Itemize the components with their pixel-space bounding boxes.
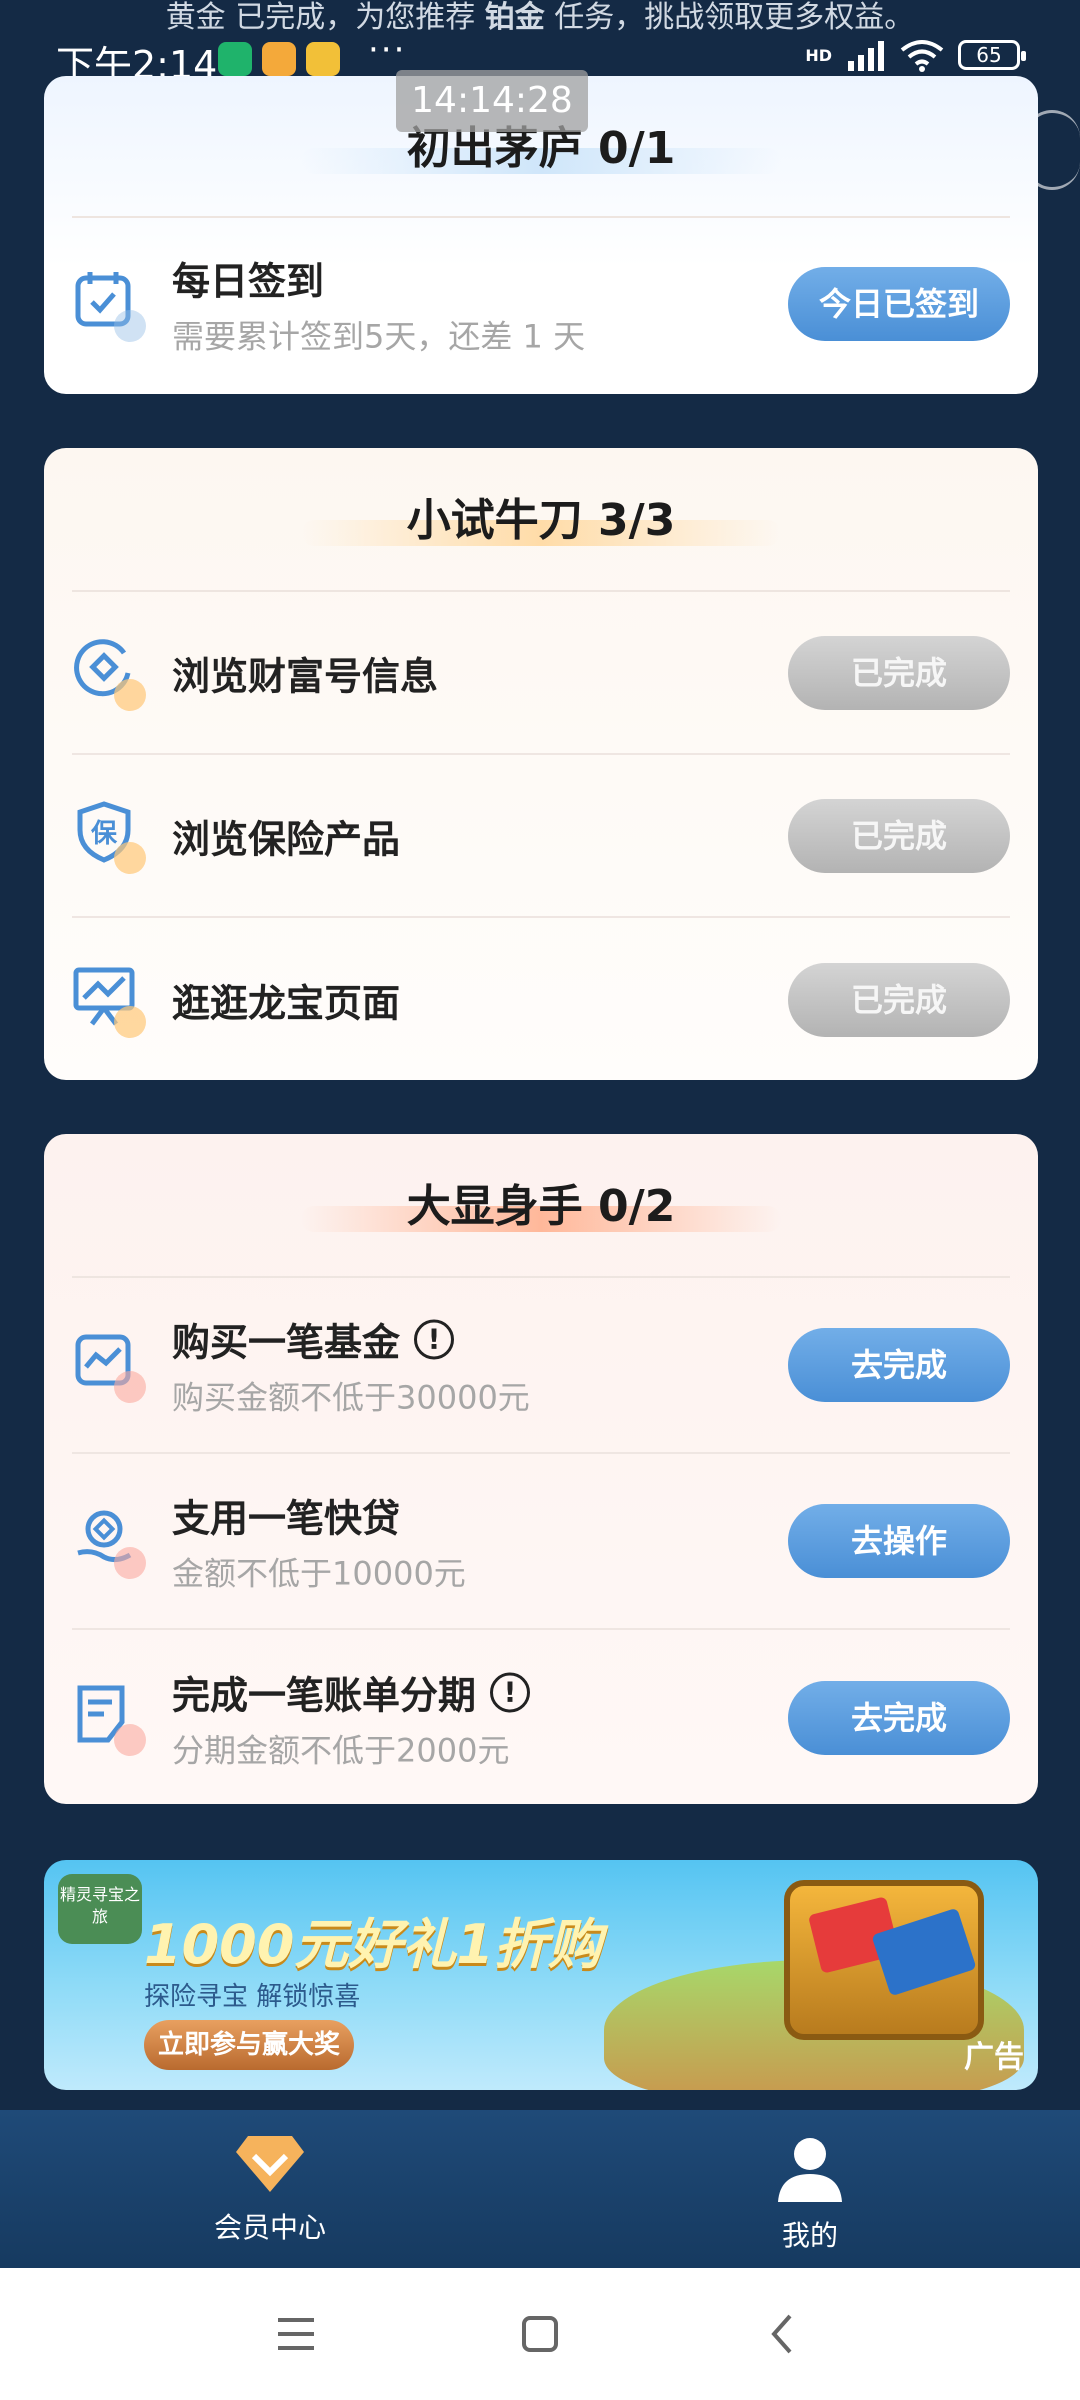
go-complete-button[interactable]: 去完成	[788, 1681, 1010, 1755]
task-row-bill-installment: 完成一笔账单分期! 分期金额不低于2000元 去完成	[72, 1630, 1010, 1804]
task-card-expert: 大显身手 0/2 购买一笔基金! 购买金额不低于30000元 去完成 支用一笔快…	[44, 1134, 1038, 1804]
screenshot-timestamp: 14:14:28	[396, 70, 588, 132]
go-complete-button[interactable]: 去完成	[788, 1328, 1010, 1402]
info-icon[interactable]: !	[490, 1672, 531, 1712]
insurance-shield-icon: 保	[72, 800, 146, 874]
task-row-use-loan: 支用一笔快贷 金额不低于10000元 去操作	[72, 1454, 1010, 1630]
security-notification-icon	[306, 42, 340, 76]
completed-button[interactable]: 已完成	[788, 798, 1010, 873]
card-header: 小试牛刀 3/3	[72, 448, 1010, 592]
info-icon[interactable]: !	[414, 1319, 455, 1359]
task-row-browse-wealth: 浏览财富号信息 已完成	[72, 592, 1010, 755]
task-title: 支用一笔快贷	[172, 1496, 401, 1541]
card-header: 大显身手 0/2	[72, 1134, 1010, 1278]
more-notifications-icon: ···	[368, 30, 407, 70]
card-title: 小试牛刀 3/3	[406, 495, 676, 546]
notes-notification-icon	[262, 42, 296, 76]
task-row-daily-checkin: 每日签到 需要累计签到5天，还差 1 天 今日已签到	[72, 218, 1010, 390]
nav-mine[interactable]: 我的	[540, 2110, 1080, 2268]
wifi-icon	[900, 40, 944, 72]
task-title: 购买一笔基金	[172, 1320, 401, 1365]
bottom-nav: 会员中心 我的	[0, 2110, 1080, 2268]
user-icon	[778, 2138, 842, 2202]
system-navigation-bar	[0, 2268, 1080, 2400]
task-row-browse-longbao: 逛逛龙宝页面 已完成	[72, 918, 1010, 1080]
wealth-icon	[72, 637, 146, 711]
task-subtitle: 需要累计签到5天，还差 1 天	[172, 317, 586, 356]
icon-accent-dot	[114, 310, 146, 342]
app-notification-icon	[218, 42, 252, 76]
icon-accent-dot	[114, 1371, 146, 1403]
go-operate-button[interactable]: 去操作	[788, 1504, 1010, 1578]
completed-button[interactable]: 已完成	[788, 635, 1010, 710]
ad-cta-button[interactable]: 立即参与赢大奖	[144, 2020, 354, 2070]
task-row-buy-fund: 购买一笔基金! 购买金额不低于30000元 去完成	[72, 1278, 1010, 1454]
nav-member-center[interactable]: 会员中心	[0, 2110, 540, 2268]
ad-logo: 精灵寻宝之旅	[58, 1874, 142, 1944]
completed-button[interactable]: 已完成	[788, 962, 1010, 1037]
checked-in-button[interactable]: 今日已签到	[788, 267, 1010, 341]
battery-icon: 65	[958, 40, 1026, 70]
icon-accent-dot	[114, 678, 146, 711]
card-title: 大显身手 0/2	[406, 1181, 676, 1232]
presentation-icon	[72, 964, 146, 1038]
task-subtitle: 金额不低于10000元	[172, 1554, 466, 1593]
signal-icon	[848, 41, 884, 71]
back-icon[interactable]	[754, 2304, 814, 2364]
loan-icon	[72, 1505, 146, 1579]
insurance-icon-glyph: 保	[90, 819, 118, 849]
fund-chart-icon	[72, 1329, 146, 1403]
task-subtitle: 分期金额不低于2000元	[172, 1731, 510, 1770]
home-icon[interactable]	[510, 2304, 570, 2364]
menu-icon[interactable]	[266, 2304, 326, 2364]
icon-accent-dot	[114, 1724, 146, 1756]
icon-accent-dot	[114, 1547, 146, 1579]
nav-label: 我的	[781, 2219, 838, 2252]
calendar-check-icon	[72, 268, 146, 342]
diamond-icon	[236, 2136, 304, 2192]
ad-headline: 1000元好礼1折购	[144, 1913, 602, 1976]
task-title: 浏览财富号信息	[172, 654, 439, 698]
task-subtitle: 购买金额不低于30000元	[172, 1378, 530, 1417]
task-card-trial: 小试牛刀 3/3 浏览财富号信息 已完成 保 浏览保险产品 已完成 逛逛龙宝页面…	[44, 448, 1038, 1080]
nav-label: 会员中心	[213, 2211, 326, 2244]
ad-subtitle: 探险寻宝 解锁惊喜	[144, 1982, 361, 2012]
task-title: 逛逛龙宝页面	[172, 981, 401, 1025]
network-type: HD	[805, 45, 832, 65]
icon-accent-dot	[114, 1005, 146, 1038]
icon-accent-dot	[114, 841, 146, 874]
battery-level: 65	[976, 43, 1002, 67]
bill-installment-icon	[72, 1682, 146, 1756]
task-row-browse-insurance: 保 浏览保险产品 已完成	[72, 755, 1010, 918]
ad-label: 广告	[964, 2040, 1024, 2075]
task-title: 完成一笔账单分期	[172, 1673, 477, 1718]
ad-banner[interactable]: 精灵寻宝之旅 1000元好礼1折购 探险寻宝 解锁惊喜 立即参与赢大奖 广告	[44, 1860, 1038, 2090]
task-title: 浏览保险产品	[172, 817, 401, 861]
task-title: 每日签到	[172, 259, 325, 304]
